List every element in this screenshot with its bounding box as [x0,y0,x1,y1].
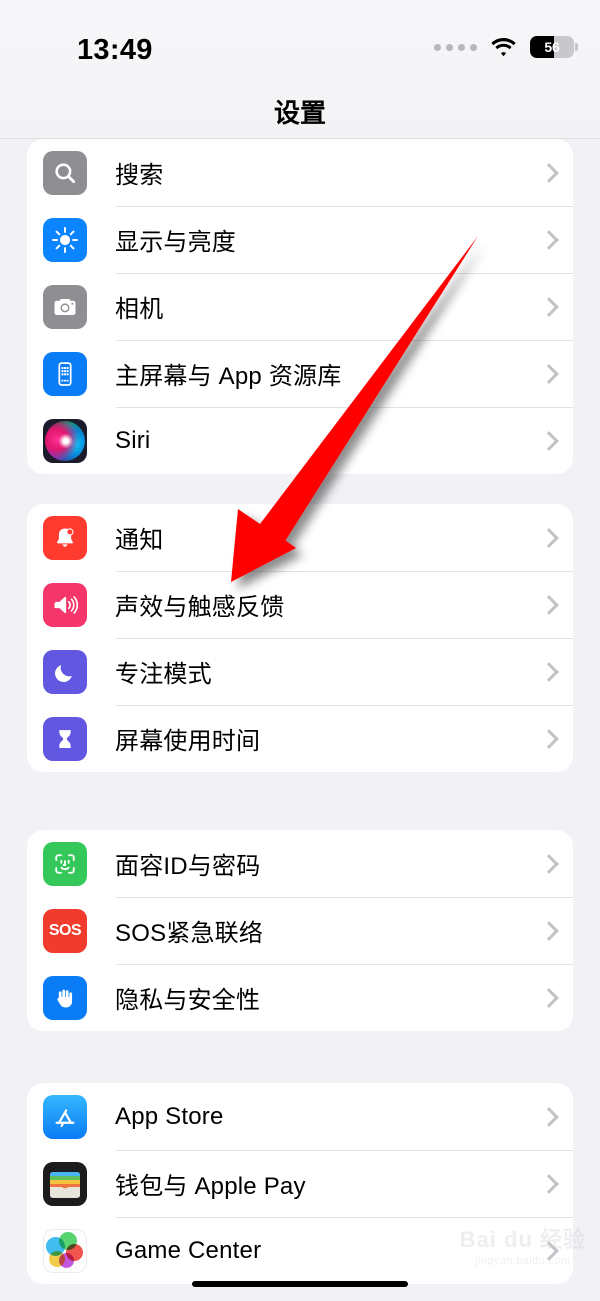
settings-row-privacy[interactable]: 隐私与安全性 [27,964,573,1031]
status-bar-clock: 13:49 [77,34,153,66]
settings-group-services: App Store 钱包与 Apple Pay Game Center [27,1083,573,1284]
face-id-icon [43,841,87,886]
search-icon [43,150,87,195]
hourglass-icon [43,716,87,761]
chevron-right-icon [541,526,555,550]
battery-percent-text: 56 [544,39,560,55]
settings-row-notifications[interactable]: 通知 [27,504,573,571]
status-bar: 13:49 56 [0,0,600,72]
wifi-icon [490,37,517,57]
game-center-icon [43,1228,87,1273]
app-store-icon [43,1094,87,1139]
settings-group-notifications: 通知 声效与触感反馈 专注模式 屏幕使用时间 [27,504,573,772]
settings-group-general: 搜索 显示与亮度 相机 主屏幕与 App 资源库 Siri [27,139,573,474]
settings-group-security: 面容ID与密码 SOS SOS紧急联络 隐私与安全性 [27,830,573,1031]
settings-row-label: Siri [115,426,151,454]
home-screen-icon [43,351,87,396]
chevron-right-icon [541,919,555,943]
settings-row-face-id[interactable]: 面容ID与密码 [27,830,573,897]
settings-row-screen-time[interactable]: 屏幕使用时间 [27,705,573,772]
settings-row-label: 面容ID与密码 [115,853,261,880]
settings-row-label: 相机 [115,296,164,323]
settings-row-label: 专注模式 [115,661,212,688]
settings-row-label: 屏幕使用时间 [115,728,261,755]
chevron-right-icon [541,1172,555,1196]
settings-row-game-center[interactable]: Game Center [27,1217,573,1284]
wallet-icon [43,1161,87,1206]
settings-row-app-store[interactable]: App Store [27,1083,573,1150]
settings-row-wallet[interactable]: 钱包与 Apple Pay [27,1150,573,1217]
home-indicator[interactable] [192,1281,408,1287]
settings-scroll-content[interactable]: 搜索 显示与亮度 相机 主屏幕与 App 资源库 Siri 通知 声效与触感反馈… [0,139,600,1301]
chevron-right-icon [541,1105,555,1129]
chevron-right-icon [541,986,555,1010]
navigation-bar: 13:49 56 设置 [0,0,600,139]
settings-row-label: 搜索 [115,162,164,189]
chevron-right-icon [541,429,555,453]
settings-row-label: 主屏幕与 App 资源库 [115,363,342,390]
moon-icon [43,649,87,694]
settings-row-display-brightness[interactable]: 显示与亮度 [27,206,573,273]
settings-row-camera[interactable]: 相机 [27,273,573,340]
settings-row-siri[interactable]: Siri [27,407,573,474]
wallet-icon-art [50,1171,80,1198]
status-bar-indicators: 56 [434,36,578,58]
settings-row-home-screen[interactable]: 主屏幕与 App 资源库 [27,340,573,407]
iphone-settings-screen: 搜索 显示与亮度 相机 主屏幕与 App 资源库 Siri 通知 声效与触感反馈… [0,0,600,1301]
settings-row-sos[interactable]: SOS SOS紧急联络 [27,897,573,964]
settings-row-sounds-haptics[interactable]: 声效与触感反馈 [27,571,573,638]
brightness-icon [43,217,87,262]
settings-row-label: App Store [115,1102,224,1130]
settings-row-label: 钱包与 Apple Pay [115,1173,306,1200]
chevron-right-icon [541,295,555,319]
chevron-right-icon [541,727,555,751]
chevron-right-icon [541,593,555,617]
settings-row-label: 声效与触感反馈 [115,594,285,621]
battery-icon: 56 [530,36,578,58]
bell-icon [43,515,87,560]
chevron-right-icon [541,1239,555,1263]
cellular-dots-icon [434,43,477,51]
settings-row-label: 显示与亮度 [115,229,236,256]
settings-row-focus[interactable]: 专注模式 [27,638,573,705]
speaker-icon [43,582,87,627]
settings-row-label: SOS紧急联络 [115,920,264,947]
camera-icon [43,284,87,329]
siri-icon [43,418,87,463]
settings-row-label: 隐私与安全性 [115,987,261,1014]
settings-row-label: Game Center [115,1236,262,1264]
settings-row-search[interactable]: 搜索 [27,139,573,206]
game-center-icon-art [46,1231,84,1270]
page-title: 设置 [273,98,326,128]
chevron-right-icon [541,362,555,386]
hand-icon [43,975,87,1020]
chevron-right-icon [541,228,555,252]
chevron-right-icon [541,852,555,876]
settings-row-label: 通知 [115,527,164,554]
sos-icon-text: SOS [48,921,82,939]
chevron-right-icon [541,660,555,684]
sos-icon: SOS [43,908,87,953]
chevron-right-icon [541,161,555,185]
battery-tip [575,43,578,51]
